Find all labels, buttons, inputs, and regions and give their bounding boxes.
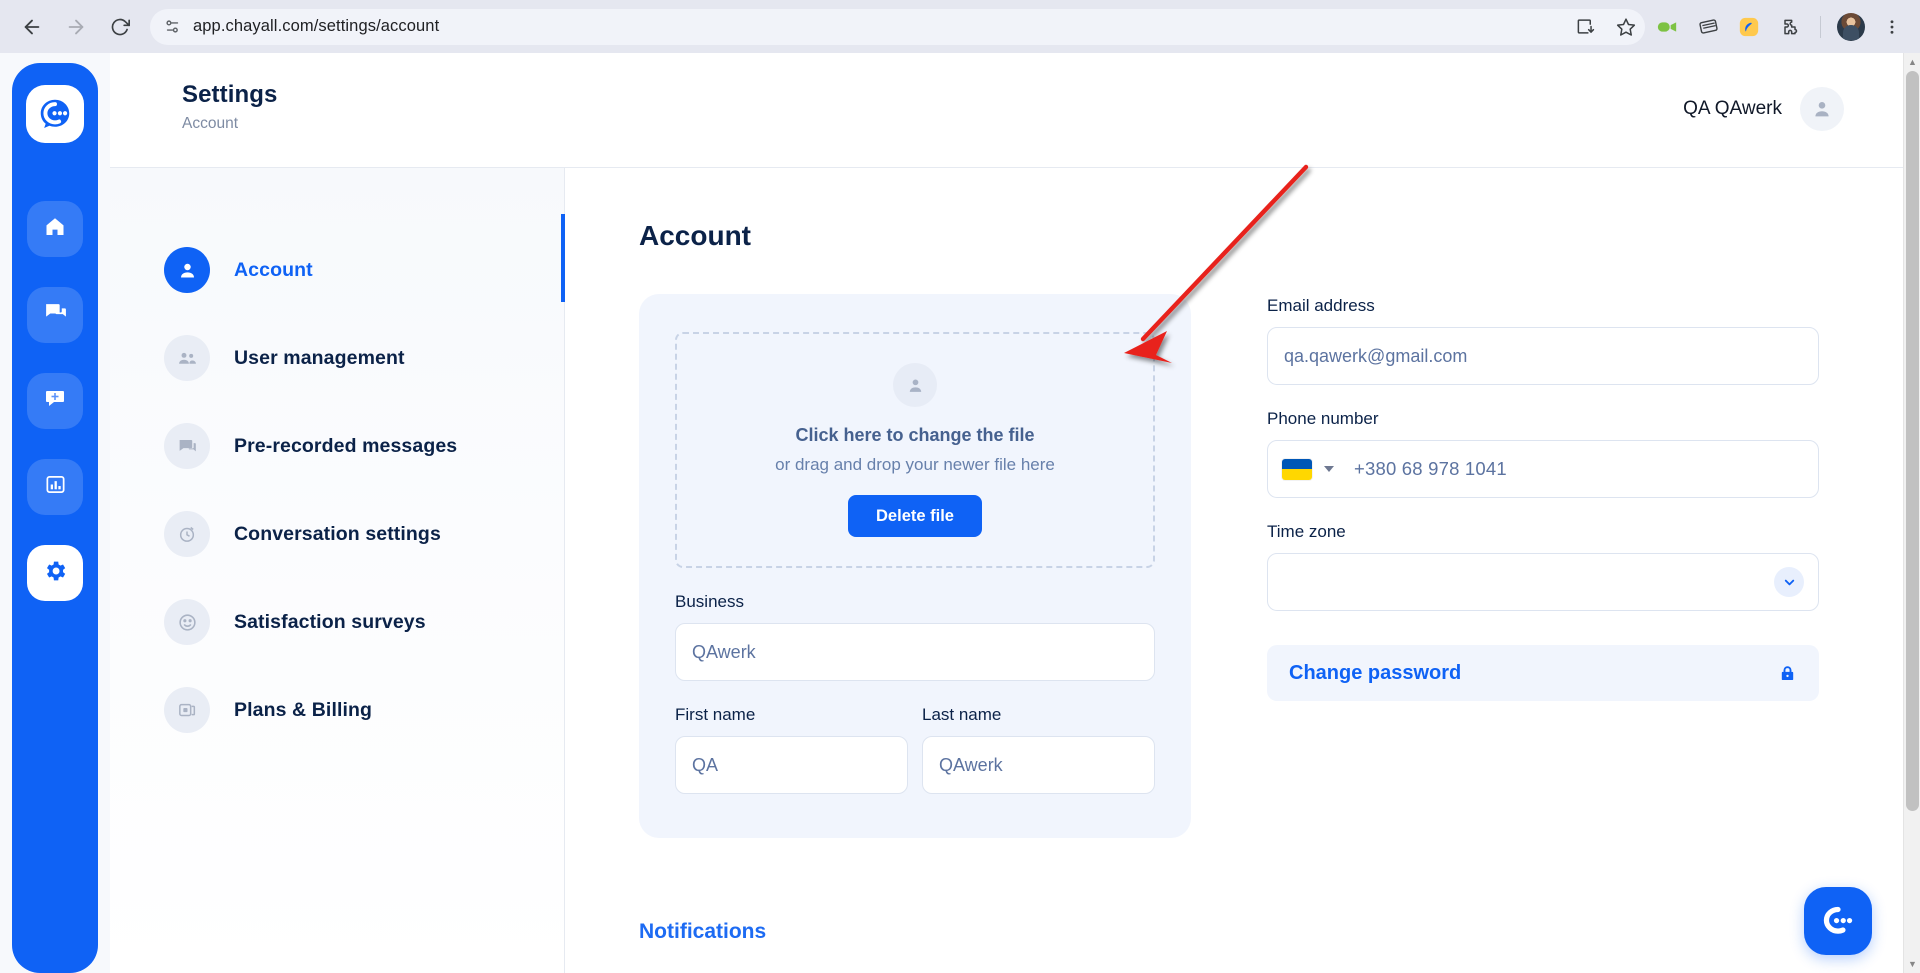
chat-bubbles-icon: [43, 300, 68, 330]
left-rail: [0, 53, 110, 973]
paint-extension-icon[interactable]: [1731, 9, 1767, 45]
avatar-placeholder-icon: [893, 363, 937, 408]
gear-icon: [42, 558, 68, 589]
file-dropzone[interactable]: Click here to change the file or drag an…: [675, 332, 1155, 569]
first-name-field-group: First name: [675, 705, 908, 795]
business-input[interactable]: [675, 623, 1155, 682]
phone-input-wrapper[interactable]: +380 68 978 1041: [1267, 440, 1819, 499]
site-info-icon[interactable]: [164, 18, 181, 35]
url-text: app.chayall.com/settings/account: [193, 17, 440, 35]
sidebar-item-label: Plans & Billing: [234, 698, 373, 721]
sidebar-item-satisfaction-surveys[interactable]: Satisfaction surveys: [110, 578, 564, 666]
delete-file-button[interactable]: Delete file: [848, 495, 982, 538]
section-title: Account: [639, 220, 751, 252]
video-extension-icon[interactable]: [1649, 9, 1685, 45]
notifications-title: Notifications: [639, 920, 767, 944]
phone-value: +380 68 978 1041: [1354, 458, 1507, 480]
forward-button[interactable]: [56, 7, 96, 47]
person-icon: [164, 247, 210, 294]
page-wrapper: Settings Account QA QAwerk Account User …: [110, 53, 1920, 973]
settings-nav: Account User management Pre-recorded mes…: [110, 168, 565, 973]
business-field-group: Business: [675, 592, 1155, 682]
dropzone-drag-text: or drag and drop your newer file here: [775, 455, 1055, 475]
chayall-logo[interactable]: [26, 85, 84, 143]
back-button[interactable]: [12, 7, 52, 47]
bar-chart-icon: [44, 473, 67, 501]
scroll-down-arrow[interactable]: ▼: [1904, 955, 1920, 973]
timezone-field-group: Time zone: [1267, 522, 1819, 612]
user-menu[interactable]: QA QAwerk: [1683, 81, 1844, 131]
toolbar-divider: [1820, 15, 1821, 38]
change-password-button[interactable]: Change password: [1267, 645, 1819, 702]
scroll-up-arrow[interactable]: ▲: [1904, 53, 1920, 71]
first-name-label: First name: [675, 705, 756, 725]
sidebar-item-pre-recorded-messages[interactable]: Pre-recorded messages: [110, 402, 564, 490]
change-password-label: Change password: [1289, 661, 1462, 684]
bookmark-star-icon[interactable]: [1608, 9, 1644, 45]
phone-label: Phone number: [1267, 409, 1379, 429]
timezone-select[interactable]: [1267, 553, 1819, 612]
breadcrumb: Account: [182, 115, 239, 132]
ukraine-flag-icon: [1282, 458, 1312, 480]
account-details-column: Email address Phone number +380 68 978 1…: [1267, 294, 1819, 838]
last-name-input[interactable]: [922, 736, 1155, 795]
profile-card: Click here to change the file or drag an…: [639, 294, 1191, 839]
address-bar[interactable]: app.chayall.com/settings/account: [150, 8, 1645, 45]
sidebar-item-label: Conversation settings: [234, 522, 441, 545]
main-content: Account Click here to change the file or…: [565, 168, 1920, 973]
email-field-group: Email address: [1267, 296, 1819, 386]
lock-icon: [1778, 664, 1797, 683]
add-message-icon: [43, 387, 67, 416]
notes-extension-icon[interactable]: [1690, 9, 1726, 45]
rail-item-conversations[interactable]: [27, 287, 83, 343]
sidebar-item-label: Satisfaction surveys: [234, 610, 426, 633]
profile-avatar[interactable]: [1833, 9, 1869, 45]
app-root: Settings Account QA QAwerk Account User …: [0, 53, 1920, 973]
body-split: Account User management Pre-recorded mes…: [110, 167, 1920, 973]
email-field[interactable]: [1267, 327, 1819, 386]
rail-item-settings[interactable]: [27, 545, 83, 601]
timezone-label: Time zone: [1267, 522, 1346, 542]
chevron-down-icon[interactable]: [1774, 567, 1804, 598]
rail-item-new-message[interactable]: [27, 373, 83, 429]
page-scrollbar[interactable]: ▲ ▼: [1903, 53, 1920, 973]
browser-toolbar: app.chayall.com/settings/account: [0, 0, 1920, 53]
chat-message-icon: [164, 423, 210, 470]
avatar[interactable]: [1800, 87, 1844, 131]
chrome-menu-icon[interactable]: [1874, 9, 1910, 45]
last-name-field-group: Last name: [922, 705, 1155, 795]
phone-field-group: Phone number +380 68 978 1041: [1267, 409, 1819, 499]
notifications-section: Notifications Receive an email notificat…: [639, 920, 1920, 973]
page-header: Settings Account QA QAwerk: [110, 53, 1920, 168]
first-name-input[interactable]: [675, 736, 908, 795]
browser-extension-icons: [1567, 0, 1910, 53]
wallet-icon: [164, 687, 210, 734]
sidebar-item-account[interactable]: Account: [110, 214, 565, 314]
install-app-icon[interactable]: [1567, 9, 1603, 45]
sidebar-item-conversation-settings[interactable]: Conversation settings: [110, 490, 564, 578]
page-title: Settings: [182, 81, 278, 108]
scrollbar-thumb[interactable]: [1906, 71, 1919, 811]
timer-icon: [164, 511, 210, 558]
chayall-chat-widget[interactable]: [1804, 887, 1872, 955]
home-icon: [43, 215, 67, 244]
sidebar-item-label: User management: [234, 346, 405, 369]
sidebar-item-label: Account: [234, 258, 313, 281]
people-icon: [164, 335, 210, 382]
puzzle-extensions-icon[interactable]: [1772, 9, 1808, 45]
sidebar-item-label: Pre-recorded messages: [234, 434, 458, 457]
last-name-label: Last name: [922, 705, 1002, 725]
rail-item-statistics[interactable]: [27, 459, 83, 515]
rail-item-home[interactable]: [27, 201, 83, 257]
business-label: Business: [675, 592, 744, 612]
email-label: Email address: [1267, 296, 1375, 316]
user-name: QA QAwerk: [1683, 98, 1782, 119]
sidebar-item-plans-billing[interactable]: Plans & Billing: [110, 666, 564, 754]
smiley-icon: [164, 599, 210, 646]
sidebar-item-user-management[interactable]: User management: [110, 314, 564, 402]
reload-button[interactable]: [100, 7, 140, 47]
dropzone-click-text: Click here to change the file: [795, 425, 1035, 446]
country-chevron-down-icon[interactable]: [1324, 466, 1334, 473]
